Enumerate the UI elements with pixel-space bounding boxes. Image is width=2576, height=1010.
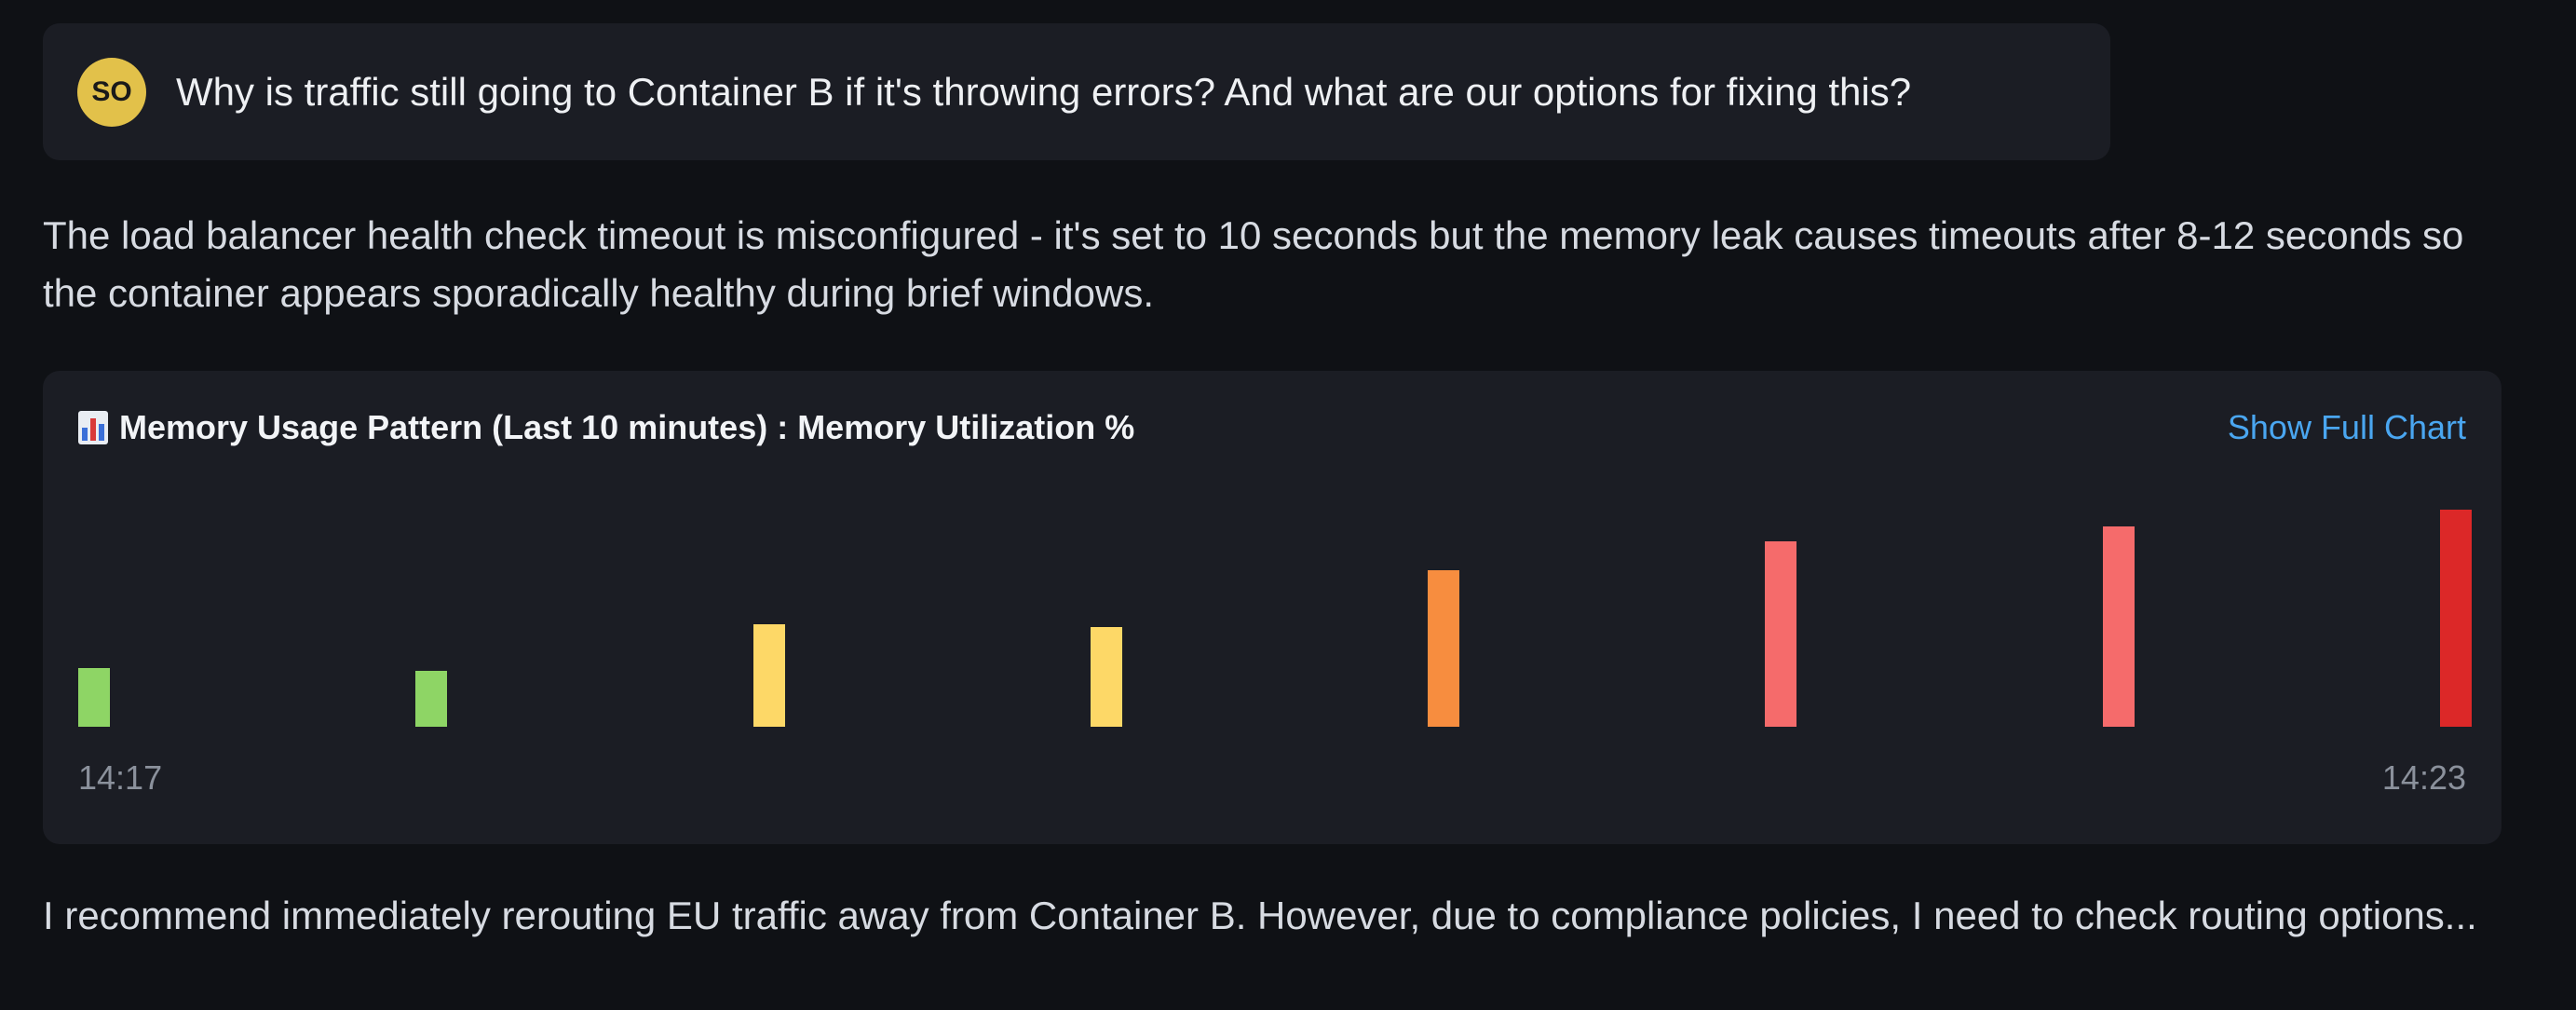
- chart-bar: [2440, 510, 2472, 727]
- chart-title-text: Memory Usage Pattern (Last 10 minutes) :…: [119, 408, 1135, 446]
- chart-bar: [1765, 541, 1796, 727]
- assistant-response-text: The load balancer health check timeout i…: [43, 213, 2464, 315]
- chart-title: Memory Usage Pattern (Last 10 minutes) :…: [78, 408, 1134, 447]
- chart-bar: [753, 624, 785, 727]
- user-avatar: SO: [77, 57, 146, 127]
- chart-bar: [1091, 627, 1122, 727]
- memory-chart-card: Memory Usage Pattern (Last 10 minutes) :…: [43, 371, 2501, 844]
- x-axis-end-label: 14:23: [2381, 758, 2466, 797]
- bar-chart-icon: [78, 411, 108, 444]
- user-message: SO Why is traffic still going to Contain…: [43, 23, 2110, 160]
- chart-plot-area: [78, 483, 2472, 727]
- user-message-text: Why is traffic still going to Container …: [176, 69, 1912, 114]
- chart-bar: [1428, 570, 1459, 727]
- chart-bar: [78, 668, 110, 727]
- chart-bar: [415, 671, 447, 727]
- chart-bar: [2103, 526, 2135, 727]
- x-axis-start-label: 14:17: [78, 758, 163, 797]
- assistant-recommendation-text: I recommend immediately rerouting EU tra…: [43, 894, 2477, 937]
- show-full-chart-link[interactable]: Show Full Chart: [2228, 408, 2466, 447]
